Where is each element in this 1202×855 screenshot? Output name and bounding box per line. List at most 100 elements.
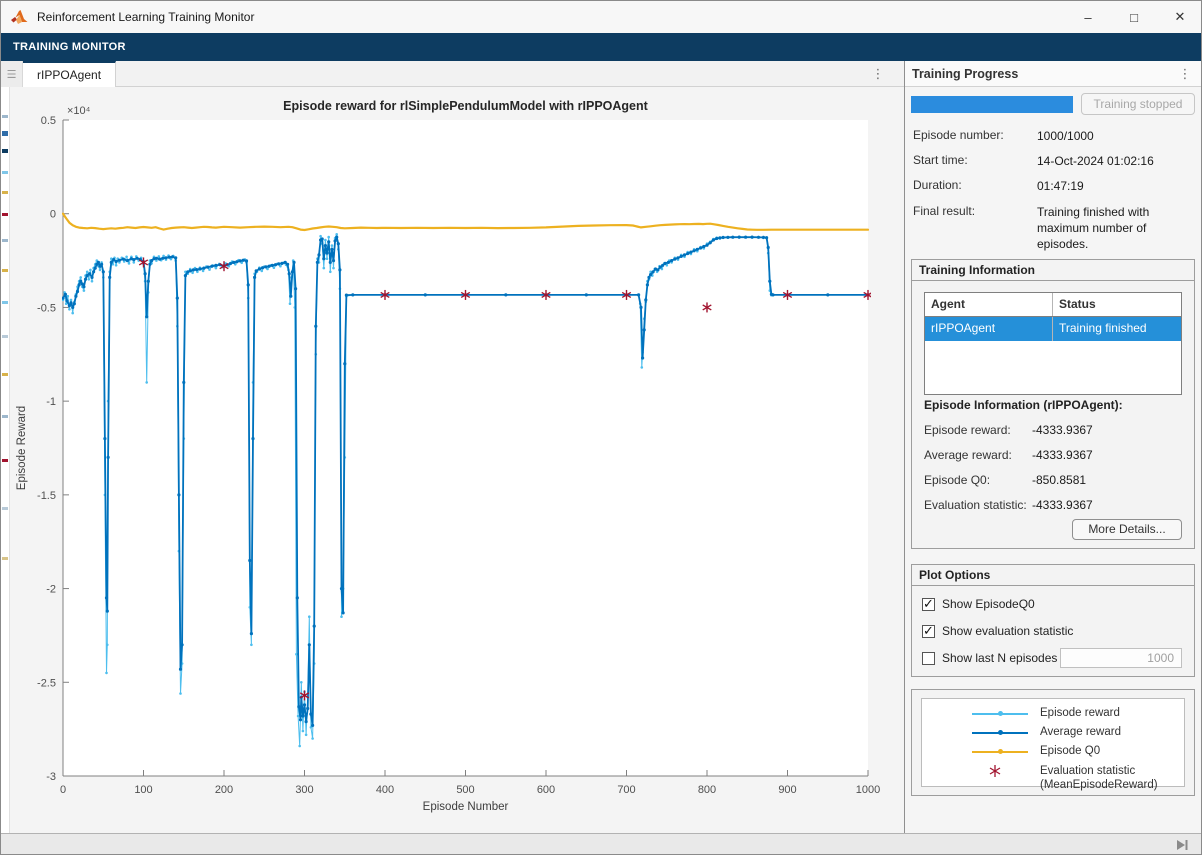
evaluation-statistic-row: Evaluation statistic: -4333.9367 [924,498,1184,512]
training-stopped-button[interactable]: Training stopped [1081,93,1195,115]
tab-training-monitor[interactable]: TRAINING MONITOR [13,41,126,53]
table-row[interactable]: rIPPOAgent Training finished [925,317,1181,341]
figure-panel: Episode reward for rlSimplePendulumModel… [1,87,904,833]
average-reward-label: Average reward: [924,448,1032,462]
episode-q0-marker-dot [998,749,1003,754]
evaluation-statistic-label: Evaluation statistic: [924,498,1032,512]
duration-value: 01:47:19 [1037,178,1195,194]
show-episodeq0-label: Show EpisodeQ0 [942,597,1035,611]
svg-text:Episode Reward: Episode Reward [16,406,28,490]
show-episodeq0-checkbox[interactable] [922,598,935,611]
more-details-button[interactable]: More Details... [1072,519,1182,540]
start-time-label: Start time: [913,153,1037,169]
svg-text:200: 200 [215,784,233,796]
ribbon: TRAINING MONITOR [1,33,1202,61]
show-evaluation-statistic-checkbox[interactable] [922,625,935,638]
column-header-agent: Agent [925,293,1053,316]
episode-reward-value: -4333.9367 [1032,423,1093,437]
last-n-episodes-input[interactable] [1060,648,1182,668]
svg-text:-3: -3 [46,771,56,783]
svg-text:100: 100 [134,784,152,796]
svg-text:400: 400 [376,784,394,796]
tab-rippoagent-label: rIPPOAgent [37,68,101,82]
svg-text:-1: -1 [46,396,56,408]
tab-strip-grip-handle[interactable]: ☰ [1,61,23,87]
episode-reward-marker-dot [998,711,1003,716]
legend-label-episode-reward: Episode reward [1040,707,1120,719]
window-controls: – □ ✕ [1065,1,1202,33]
svg-text:900: 900 [778,784,796,796]
show-last-n-episodes-label: Show last N episodes [942,651,1057,665]
maximize-button[interactable]: □ [1111,1,1157,33]
training-information-title: Training Information [912,260,1194,281]
episode-q0-row: Episode Q0: -850.8581 [924,473,1184,487]
training-progress-menu-icon[interactable]: ⋮ [1175,64,1195,84]
plot-options-title: Plot Options [912,565,1194,586]
average-reward-marker-dot [998,730,1003,735]
svg-text:800: 800 [698,784,716,796]
episode-reward-row: Episode reward: -4333.9367 [924,423,1184,437]
svg-text:0: 0 [50,209,56,221]
duration-label: Duration: [913,178,1037,194]
show-last-n-episodes-checkbox[interactable] [922,652,935,665]
episode-q0-value: -850.8581 [1032,473,1086,487]
start-time-row: Start time: 14-Oct-2024 01:02:16 [913,153,1197,169]
final-result-value: Training finished with maximum number of… [1037,204,1195,253]
episode-reward-label: Episode reward: [924,423,1032,437]
figure-panel-menu-icon[interactable]: ⋮ [868,64,888,84]
svg-text:500: 500 [456,784,474,796]
status-bar [1,833,1202,855]
plot-legend: Episode reward Average reward Episode Q0 [921,698,1185,787]
show-episodeq0-option[interactable]: Show EpisodeQ0 [922,597,1035,611]
svg-text:600: 600 [537,784,555,796]
start-time-value: 14-Oct-2024 01:02:16 [1037,153,1195,169]
svg-text:Episode reward for rlSimplePen: Episode reward for rlSimplePendulumModel… [283,99,648,113]
legend-item-average-reward: Average reward [922,726,1184,740]
tab-rippoagent[interactable]: rIPPOAgent [23,61,116,87]
show-last-n-episodes-option[interactable]: Show last N episodes [922,651,1190,665]
plot-options-group: Plot Options Show EpisodeQ0 Show evaluat… [911,564,1195,677]
evaluation-statistic-value: -4333.9367 [1032,498,1093,512]
svg-text:-2: -2 [46,584,56,596]
collapsed-plot-strip [1,87,10,833]
agent-status-table: Agent Status rIPPOAgent Training finishe… [924,292,1182,395]
legend-label-episode-q0: Episode Q0 [1040,745,1100,757]
legend-item-evaluation-statistic: Evaluation statistic (MeanEpisodeReward) [922,765,1184,793]
svg-text:-2.5: -2.5 [37,677,56,689]
app-window: Reinforcement Learning Training Monitor … [0,0,1202,855]
average-reward-row: Average reward: -4333.9367 [924,448,1184,462]
episode-number-value: 1000/1000 [1037,128,1195,144]
svg-text:0.5: 0.5 [41,115,56,127]
close-button[interactable]: ✕ [1157,1,1202,33]
final-result-row: Final result: Training finished with max… [913,204,1197,253]
column-header-status: Status [1053,293,1181,316]
expand-panel-icon[interactable] [1174,837,1190,853]
svg-text:×10⁴: ×10⁴ [67,105,91,117]
training-progress-header: Training Progress ⋮ [905,61,1202,87]
title-bar: Reinforcement Learning Training Monitor … [1,1,1202,33]
svg-text:-0.5: -0.5 [37,302,56,314]
document-tab-bar: ☰ rIPPOAgent ⋮ [1,61,904,87]
show-evaluation-statistic-label: Show evaluation statistic [942,624,1073,638]
final-result-label: Final result: [913,204,1037,253]
show-evaluation-statistic-option[interactable]: Show evaluation statistic [922,624,1073,638]
svg-text:0: 0 [60,784,66,796]
legend-item-episode-reward: Episode reward [922,707,1184,721]
evaluation-statistic-asterisk-icon [988,764,1002,778]
training-information-group: Training Information Agent Status rIPPOA… [911,259,1195,549]
status-cell: Training finished [1053,317,1181,341]
legend-label-average-reward: Average reward [1040,726,1121,738]
minimize-button[interactable]: – [1065,1,1111,33]
training-progress-bar-fill [911,96,1073,113]
svg-text:700: 700 [617,784,635,796]
training-progress-title: Training Progress [912,67,1018,81]
plot-legend-group: Episode reward Average reward Episode Q0 [911,689,1195,796]
window-title: Reinforcement Learning Training Monitor [37,10,254,24]
svg-text:300: 300 [295,784,313,796]
svg-text:-1.5: -1.5 [37,490,56,502]
training-plot: Episode reward for rlSimplePendulumModel… [10,87,904,833]
agent-cell: rIPPOAgent [925,317,1053,341]
episode-q0-label: Episode Q0: [924,473,1032,487]
episode-number-row: Episode number: 1000/1000 [913,128,1197,144]
table-header-row: Agent Status [925,293,1181,317]
